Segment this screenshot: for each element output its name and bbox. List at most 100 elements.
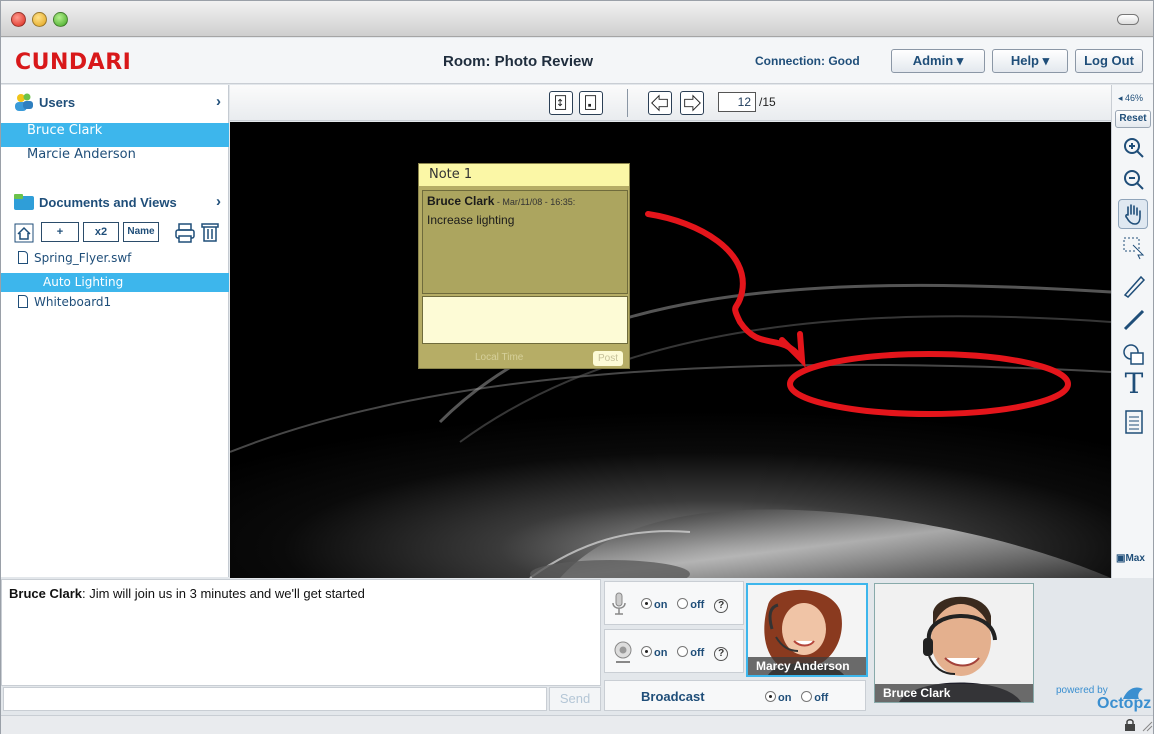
next-page-button[interactable] xyxy=(680,91,704,115)
mic-on-radio[interactable] xyxy=(641,598,652,609)
duplicate-button[interactable]: x2 xyxy=(83,222,119,242)
pan-tool-button[interactable] xyxy=(1118,199,1148,229)
connection-status: Connection: Good xyxy=(755,54,860,68)
fit-page-button[interactable] xyxy=(549,91,573,115)
chat-sender: Bruce Clark xyxy=(9,586,82,601)
participant-name: Marcy Anderson xyxy=(748,657,866,675)
users-section-label: Users xyxy=(39,95,76,110)
document-canvas[interactable] xyxy=(230,122,1111,578)
minimize-window-button[interactable] xyxy=(32,12,47,27)
file-icon xyxy=(18,295,28,308)
chat-panel: Bruce Clark: Jim will join us in 3 minut… xyxy=(1,579,601,686)
user-item-bruce-clark[interactable]: Bruce Clark xyxy=(1,123,229,147)
arrow-right-icon xyxy=(684,94,701,112)
close-window-button[interactable] xyxy=(11,12,26,27)
viewer-toolbar: 12 /15 xyxy=(230,85,1111,121)
shapes-icon[interactable] xyxy=(1121,341,1147,367)
documents-section-header[interactable]: Documents and Views › xyxy=(1,187,229,217)
title-bar xyxy=(1,1,1153,37)
note-post-button[interactable]: Post xyxy=(593,351,623,366)
line-tool-icon[interactable] xyxy=(1121,307,1147,333)
lock-icon xyxy=(1125,719,1135,731)
mic-off-radio[interactable] xyxy=(677,598,689,609)
chat-message: Bruce Clark: Jim will join us in 3 minut… xyxy=(9,586,365,601)
camera-on-label: on xyxy=(654,647,668,659)
users-section-header[interactable]: Users › xyxy=(1,87,229,117)
users-icon xyxy=(15,93,33,111)
camera-off-label: off xyxy=(690,647,705,659)
broadcast-label: Broadcast xyxy=(641,689,705,704)
help-menu-button[interactable]: Help ▾ xyxy=(992,49,1068,73)
select-area-icon[interactable] xyxy=(1121,235,1147,261)
chevron-down-icon: ▾ xyxy=(956,53,964,68)
resize-grip-icon[interactable] xyxy=(1139,718,1153,732)
toolbar-toggle-button[interactable] xyxy=(1117,14,1139,25)
room-title: Room: Photo Review xyxy=(443,53,594,70)
chat-input[interactable] xyxy=(3,687,547,711)
user-item-marcie-anderson[interactable]: Marcie Anderson xyxy=(1,147,229,171)
document-item-spring-flyer[interactable]: Spring_Flyer.swf xyxy=(1,251,229,271)
help-icon[interactable]: ? xyxy=(714,647,729,661)
video-tile-bruce[interactable]: Bruce Clark xyxy=(874,583,1034,703)
sticky-note[interactable]: Note 1 Bruce Clark - Mar/11/08 - 16:35: … xyxy=(418,163,630,369)
note-body: Bruce Clark - Mar/11/08 - 16:35: Increas… xyxy=(422,190,628,294)
webcam-icon xyxy=(614,641,632,663)
zoom-out-icon[interactable] xyxy=(1121,167,1147,193)
document-name: Spring_Flyer.swf xyxy=(34,251,132,265)
car-photo-image xyxy=(230,122,1111,578)
participant-name: Bruce Clark xyxy=(875,684,1033,702)
home-icon[interactable] xyxy=(14,223,34,243)
microphone-controls: on off ? xyxy=(604,581,744,625)
note-footer: Local Time Post xyxy=(419,350,629,368)
app-logo: CUNDARI xyxy=(15,50,132,75)
maximize-button[interactable]: ▣Max xyxy=(1116,550,1152,567)
fit-width-icon xyxy=(585,95,597,110)
mic-off-label: off xyxy=(690,599,705,611)
file-icon xyxy=(18,251,28,264)
chevron-right-icon: › xyxy=(216,193,221,210)
broadcast-radio-group: on off xyxy=(765,690,834,704)
admin-label: Admin xyxy=(912,53,954,68)
zoom-in-icon[interactable] xyxy=(1121,135,1147,161)
page-number-input[interactable]: 12 xyxy=(718,92,756,112)
help-icon[interactable]: ? xyxy=(714,599,729,613)
note-timestamp: - Mar/11/08 - 16:35: xyxy=(494,197,576,207)
view-item-auto-lighting[interactable]: Auto Lighting xyxy=(1,273,229,292)
logout-button[interactable]: Log Out xyxy=(1075,49,1143,73)
toolbar-divider xyxy=(627,89,628,117)
text-tool-icon[interactable]: T xyxy=(1121,370,1147,398)
mic-on-label: on xyxy=(654,599,668,611)
chevron-right-icon: › xyxy=(216,93,221,110)
previous-page-button[interactable] xyxy=(648,91,672,115)
document-item-whiteboard1[interactable]: Whiteboard1 xyxy=(1,295,229,315)
note-tool-icon[interactable] xyxy=(1121,409,1147,435)
folder-icon xyxy=(14,194,34,210)
fit-page-icon xyxy=(555,95,567,110)
note-text: Increase lighting xyxy=(427,213,515,227)
sidebar: Users › Bruce Clark Marcie Anderson Docu… xyxy=(1,85,229,577)
broadcast-on-label: on xyxy=(778,692,792,704)
camera-radio-group: on off ? xyxy=(641,645,729,661)
video-tile-marcy[interactable]: Marcy Anderson xyxy=(746,583,868,677)
rename-button[interactable]: Name xyxy=(123,222,159,242)
broadcast-off-radio[interactable] xyxy=(801,691,813,702)
pencil-icon[interactable] xyxy=(1121,273,1147,299)
send-button[interactable]: Send xyxy=(549,687,601,711)
chevron-down-icon: ▾ xyxy=(1042,53,1050,68)
mic-radio-group: on off ? xyxy=(641,597,729,613)
app-header: CUNDARI Room: Photo Review Connection: G… xyxy=(1,38,1153,84)
trash-icon[interactable] xyxy=(200,221,220,243)
maximize-label: Max xyxy=(1125,553,1145,564)
broadcast-on-radio[interactable] xyxy=(765,691,776,702)
fit-width-button[interactable] xyxy=(579,91,603,115)
add-document-button[interactable]: + xyxy=(41,222,79,242)
note-reply-input[interactable] xyxy=(422,296,628,344)
zoom-window-button[interactable] xyxy=(53,12,68,27)
camera-off-radio[interactable] xyxy=(677,646,689,657)
camera-on-radio[interactable] xyxy=(641,646,652,657)
admin-menu-button[interactable]: Admin ▾ xyxy=(891,49,985,73)
print-icon[interactable] xyxy=(174,222,196,244)
note-title: Note 1 xyxy=(419,164,629,186)
reset-zoom-button[interactable]: Reset xyxy=(1115,110,1151,128)
zoom-percentage[interactable]: ◂ 46% xyxy=(1118,93,1143,104)
